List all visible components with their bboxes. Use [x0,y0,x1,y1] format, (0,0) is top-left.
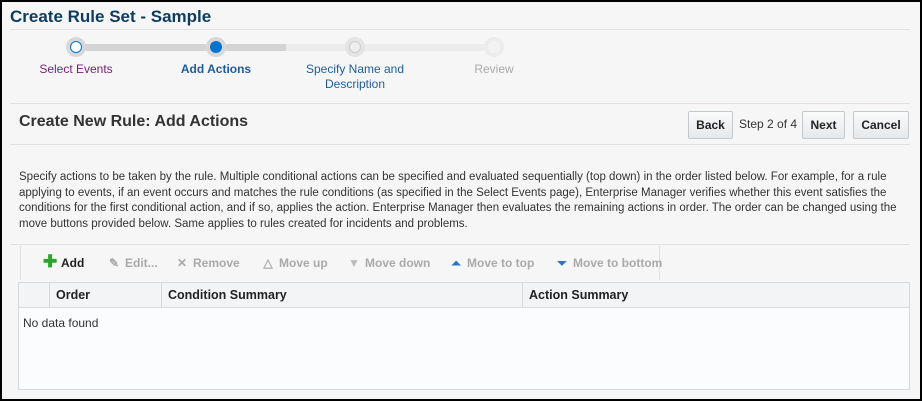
move-bottom-icon: ⏷ [557,256,567,270]
table-header: Order Condition Summary Action Summary [19,283,909,308]
move-to-top-button[interactable]: ⏶ Move to top [449,256,534,271]
move-up-button[interactable]: △ Move up [261,256,328,270]
step-1-marker[interactable] [66,37,86,57]
move-top-icon: ⏶ [451,256,461,270]
triangle-down-icon: ▼ [348,256,360,270]
train-track-remaining [286,44,496,51]
move-top-label: Move to top [467,256,535,270]
pencil-icon: ✎ [108,256,120,270]
add-button[interactable]: ✚ Add [43,252,85,271]
train-track-done [76,44,286,51]
edit-label: Edit... [125,256,158,270]
remove-button[interactable]: ✕ Remove [175,256,240,270]
step-review: Review [474,62,514,76]
divider [10,244,910,245]
page-title: Create Rule Set - Sample [10,7,212,26]
toolbar: ✚ Add ✎ Edit... ✕ Remove △ Move up ▼ Move dow… [20,246,662,280]
step-add-actions: Add Actions [180,62,252,76]
edit-button[interactable]: ✎ Edit... [107,256,158,270]
actions-table: Order Condition Summary Action Summary N… [18,282,910,390]
empty-message: No data found [23,316,99,330]
description-text: Specify actions to be taken by the rule.… [19,171,897,230]
move-up-label: Move up [279,256,328,270]
step-indicator: Step 2 of 4 [739,117,798,131]
step-specify-name[interactable]: Specify Name and Description [285,62,425,92]
window: Create Rule Set - Sample Select Events A… [2,2,920,399]
remove-x-icon: ✕ [176,256,188,270]
move-to-bottom-button[interactable]: ⏷ Move to bottom [555,256,662,271]
section-heading: Create New Rule: Add Actions [19,113,249,130]
move-bottom-label: Move to bottom [573,256,663,270]
plus-icon: ✚ [43,252,58,271]
add-label: Add [61,256,85,270]
step-select-events[interactable]: Select Events [6,62,146,77]
triangle-up-icon: △ [263,256,273,270]
remove-label: Remove [193,256,240,270]
cancel-button[interactable]: Cancel [853,111,909,139]
column-condition-summary[interactable]: Condition Summary [161,283,522,308]
column-action-summary[interactable]: Action Summary [522,283,909,308]
next-button[interactable]: Next [802,111,845,139]
move-down-label: Move down [365,256,431,270]
move-down-button[interactable]: ▼ Move down [347,256,430,270]
step-2-marker [206,37,226,57]
divider [10,29,910,30]
step-4-marker [484,37,504,57]
column-order[interactable]: Order [49,283,161,308]
divider [10,144,910,145]
divider [10,103,910,104]
step-3-marker[interactable] [345,37,365,57]
back-button[interactable]: Back [688,111,733,139]
